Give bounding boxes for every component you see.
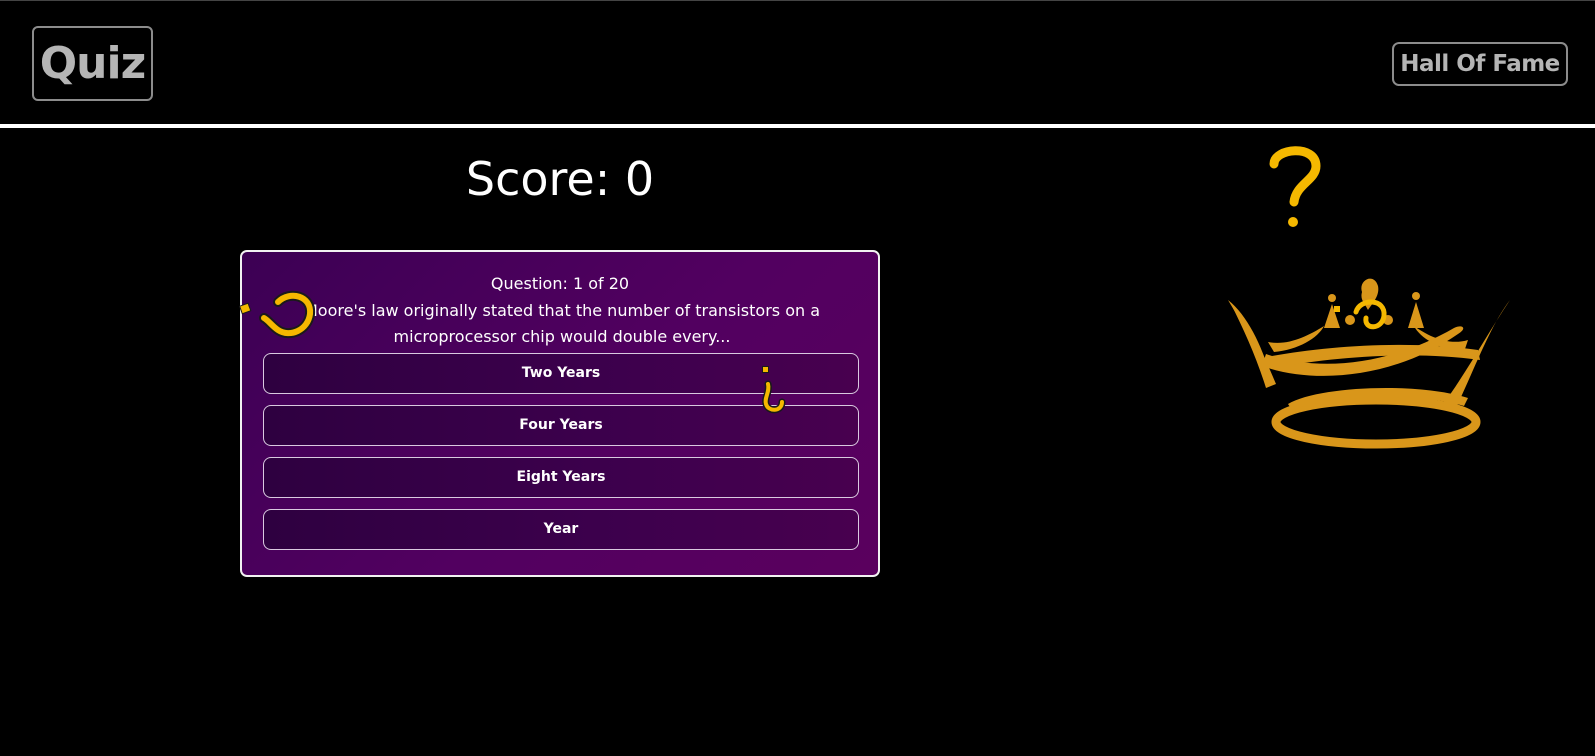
question-card: Question: 1 of 20 Moore's law originally… <box>240 250 880 577</box>
answer-option-1[interactable]: Two Years <box>263 353 859 394</box>
answer-option-3[interactable]: Eight Years <box>263 457 859 498</box>
top-navbar: Quiz Hall Of Fame <box>0 0 1595 128</box>
hall-of-fame-button[interactable]: Hall Of Fame <box>1392 42 1568 86</box>
question-counter: Question: 1 of 20 <box>490 274 630 293</box>
answer-option-2[interactable]: Four Years <box>263 405 859 446</box>
answer-option-4[interactable]: Year <box>263 509 859 550</box>
quiz-logo[interactable]: Quiz <box>32 26 153 101</box>
question-text: Moore's law originally stated that the n… <box>303 301 821 346</box>
answer-list: Two Years Four Years Eight Years Year <box>263 353 859 561</box>
score-display: Score: 0 <box>465 152 655 206</box>
crown-icon <box>1228 278 1510 449</box>
question-mark-icon <box>1269 146 1321 227</box>
